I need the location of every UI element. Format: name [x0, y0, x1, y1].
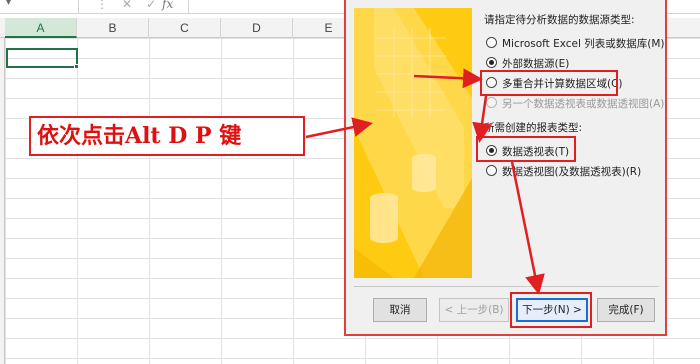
formula-bar-divider — [78, 0, 79, 13]
radio-pivotchart[interactable] — [486, 165, 497, 176]
highlight-pivottable — [476, 136, 576, 162]
option-pivotchart[interactable]: 数据透视图(及数据透视表)(R) — [486, 164, 641, 180]
wizard-illustration — [354, 8, 472, 278]
highlight-next-button — [510, 292, 592, 328]
fill-handle[interactable] — [74, 64, 79, 69]
instruction-callout: 依次点击Alt D P 键 — [29, 116, 305, 156]
back-button: < 上一步(B) — [439, 298, 509, 322]
formula-bar-action-icons: ⋮✕✓ — [96, 0, 170, 11]
dialog-divider — [354, 286, 659, 287]
option-another-pivot: 另一个数据透视表或数据透视图(A) — [486, 96, 664, 112]
active-cell-a1[interactable] — [6, 48, 78, 68]
finish-button[interactable]: 完成(F) — [597, 298, 655, 322]
radio-external-source[interactable] — [486, 57, 497, 68]
cancel-icon[interactable]: ✕ — [122, 0, 146, 11]
data-source-heading: 请指定待分析数据的数据源类型: — [484, 14, 635, 26]
column-header-d[interactable]: D — [221, 18, 293, 38]
option-pivotchart-label: 数据透视图(及数据透视表)(R) — [502, 166, 642, 178]
column-header-a[interactable]: A — [5, 18, 77, 38]
formula-bar-divider — [188, 0, 189, 13]
option-excel-list-label: Microsoft Excel 列表或数据库(M) — [502, 38, 665, 50]
wizard-illustration-graphic — [354, 8, 472, 278]
radio-excel-list[interactable] — [486, 37, 497, 48]
pivottable-wizard-dialog: 请指定待分析数据的数据源类型: Microsoft Excel 列表或数据库(M… — [344, 0, 667, 336]
cancel-button[interactable]: 取消 — [373, 298, 427, 322]
report-type-heading: 所需创建的报表类型: — [484, 122, 583, 134]
option-external-source-label: 外部数据源(E) — [502, 58, 570, 70]
column-header-b[interactable]: B — [77, 18, 149, 38]
radio-another-pivot — [486, 97, 497, 108]
option-excel-list[interactable]: Microsoft Excel 列表或数据库(M) — [486, 36, 665, 52]
highlight-multiple-consolidation — [480, 70, 618, 96]
column-header-c[interactable]: C — [149, 18, 221, 38]
insert-function-button[interactable]: fx — [162, 0, 173, 11]
more-icon: ⋮ — [96, 0, 122, 11]
name-box-dropdown-icon[interactable]: ▾ — [6, 0, 11, 8]
option-another-pivot-label: 另一个数据透视表或数据透视图(A) — [502, 98, 665, 110]
